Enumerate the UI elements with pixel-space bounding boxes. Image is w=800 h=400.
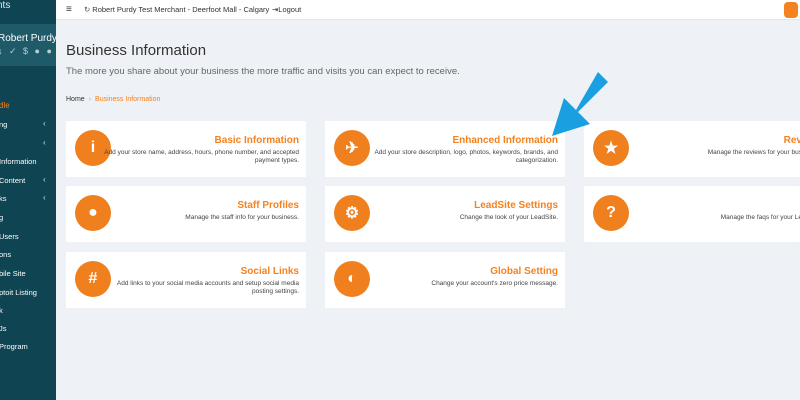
card-reviews[interactable]: ★ Rev Manage the reviews for your bus (584, 121, 800, 177)
breadcrumb: Home › Business Information (66, 96, 160, 103)
breadcrumb-current: Business Information (95, 96, 161, 103)
chevron-left-icon: ‹ (43, 193, 46, 202)
user-icon: ● (75, 195, 111, 231)
sidebar-item-9[interactable]: ptoit Listing (0, 288, 37, 297)
card-faqs[interactable]: ? Manage the faqs for your Le (584, 186, 800, 242)
sidebar-profile-panel (0, 24, 56, 66)
chevron-left-icon: ‹ (43, 119, 46, 128)
sidebar-item-11[interactable]: Js (0, 324, 7, 333)
card-description: Change your account's zero price message… (431, 280, 558, 287)
card-basic-information[interactable]: i Basic Information Add your store name,… (66, 121, 306, 177)
card-description: Manage the faqs for your Le (720, 214, 800, 221)
page-title: Business Information (66, 42, 207, 59)
sidebar-user-icons[interactable]: ↓ ✓ $ ● ● (0, 46, 54, 57)
card-staff-profiles[interactable]: ● Staff Profiles Manage the staff info f… (66, 186, 306, 242)
card-enhanced-information[interactable]: ✈ Enhanced Information Add your store de… (325, 121, 565, 177)
globe-icon: ◐ (334, 261, 370, 297)
sidebar-item-6[interactable]: Users (0, 232, 19, 241)
card-leadsite-settings[interactable]: ⚙ LeadSite Settings Change the look of y… (325, 186, 565, 242)
merchant-label: Robert Purdy Test Merchant - Deerfoot Ma… (92, 5, 270, 14)
card-title: Basic Information (214, 135, 299, 146)
sidebar-item-10[interactable]: k (0, 306, 3, 315)
sidebar: nts Robert Purdy ↓ ✓ $ ● ● dle ng ‹ ‹ In… (0, 0, 56, 400)
sidebar-item-2[interactable]: Information (0, 157, 37, 166)
card-description: Manage the staff info for your business. (185, 214, 299, 221)
card-title: Global Setting (490, 266, 558, 277)
question-icon: ? (593, 195, 629, 231)
logout-link[interactable]: ⇥Logout (272, 5, 301, 14)
sidebar-user-name[interactable]: Robert Purdy (0, 33, 56, 44)
refresh-icon: ↻ (84, 5, 91, 14)
top-bar: ≡ ↻ Robert Purdy Test Merchant - Deerfoot… (56, 0, 800, 20)
card-social-links[interactable]: # Social Links Add links to your social … (66, 252, 306, 308)
chevron-left-icon: ‹ (43, 138, 46, 147)
sidebar-item-3[interactable]: Content (0, 176, 25, 185)
app-root: nts Robert Purdy ↓ ✓ $ ● ● dle ng ‹ ‹ In… (0, 0, 800, 400)
page-subtitle: The more you share about your business t… (66, 66, 460, 77)
card-description: Change the look of your LeadSite. (459, 214, 558, 221)
avatar[interactable] (784, 2, 798, 18)
merchant-switcher[interactable]: ↻ Robert Purdy Test Merchant - Deerfoot M… (84, 5, 269, 14)
logout-label: Logout (278, 5, 302, 14)
card-description: Add your store description, logo, photos… (374, 149, 558, 164)
sidebar-brand[interactable]: nts (0, 0, 10, 11)
card-title: LeadSite Settings (474, 200, 558, 211)
card-title: Rev (783, 135, 800, 146)
pointer-arrow-icon (552, 72, 608, 136)
sidebar-item-5[interactable]: g (0, 213, 3, 222)
card-title: Enhanced Information (452, 135, 558, 146)
sidebar-item-active[interactable]: dle (0, 101, 10, 110)
sidebar-item-7[interactable]: ons (0, 250, 11, 259)
card-description: Add your store name, address, hours, pho… (104, 149, 299, 164)
chevron-left-icon: ‹ (43, 175, 46, 184)
card-description: Add links to your social media accounts … (116, 280, 299, 295)
sidebar-item-0[interactable]: ng (0, 120, 7, 129)
hamburger-menu-icon[interactable]: ≡ (66, 4, 72, 15)
sidebar-item-12[interactable]: Program (0, 342, 28, 351)
card-title: Staff Profiles (237, 200, 299, 211)
breadcrumb-separator: › (88, 96, 92, 103)
card-global-setting[interactable]: ◐ Global Setting Change your account's z… (325, 252, 565, 308)
card-title: Social Links (240, 266, 299, 277)
card-description: Manage the reviews for your bus (707, 149, 800, 156)
sidebar-item-4[interactable]: ks (0, 194, 7, 203)
breadcrumb-home[interactable]: Home (66, 96, 85, 103)
sidebar-item-8[interactable]: bile Site (0, 269, 26, 278)
gear-icon: ⚙ (334, 195, 370, 231)
